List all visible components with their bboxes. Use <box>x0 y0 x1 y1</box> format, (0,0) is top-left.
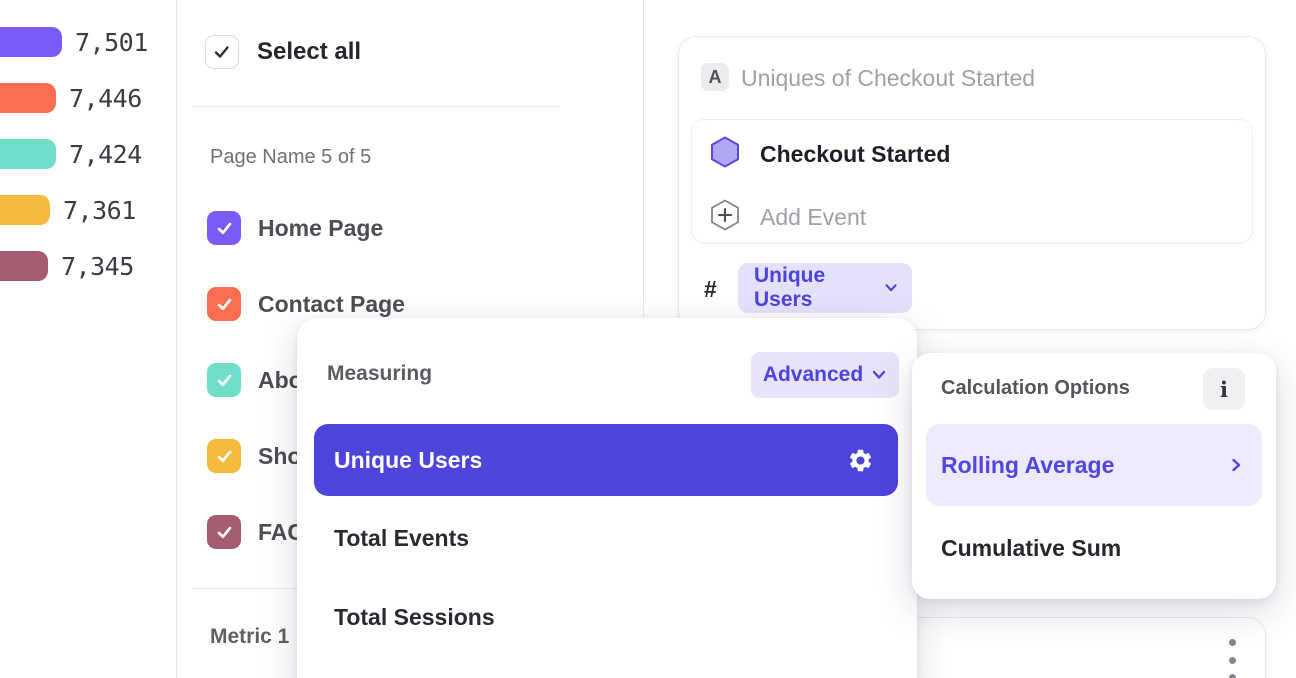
chevron-right-icon <box>1230 457 1242 473</box>
checkmark-icon <box>215 523 234 542</box>
checkmark-icon <box>215 219 234 238</box>
legend-value: 7,446 <box>69 84 142 113</box>
info-icon[interactable]: i <box>1203 368 1245 410</box>
filter-checkbox-faq-page[interactable] <box>207 515 241 549</box>
legend-value: 7,361 <box>63 196 136 225</box>
checkmark-icon <box>215 295 234 314</box>
select-all-label: Select all <box>257 38 361 66</box>
measurement-label: Unique Users <box>754 264 874 312</box>
metric-definition-card: A Uniques of Checkout Started Checkout S… <box>678 36 1266 330</box>
legend-bar <box>0 195 50 225</box>
legend-item: 7,446 <box>0 83 142 113</box>
filter-checkbox-contact-page[interactable] <box>207 287 241 321</box>
select-all-checkbox[interactable] <box>205 35 239 69</box>
filter-item-label: Home Page <box>258 214 383 242</box>
chevron-down-icon <box>884 282 898 294</box>
legend-item: 7,424 <box>0 139 142 169</box>
metric-section-label: Metric 1 <box>210 625 289 649</box>
legend-value: 7,424 <box>69 140 142 169</box>
filter-item-label: Sho <box>258 442 301 470</box>
metric-name-input[interactable]: Uniques of Checkout Started <box>741 65 1035 92</box>
number-symbol: # <box>704 276 717 303</box>
advanced-label: Advanced <box>763 363 863 387</box>
legend-value: 7,501 <box>75 28 148 57</box>
add-event-icon[interactable] <box>708 198 742 232</box>
option-unique-users[interactable]: Unique Users <box>314 424 898 496</box>
legend-bar <box>0 139 56 169</box>
legend-item: 7,361 <box>0 195 136 225</box>
checkmark-icon <box>215 447 234 466</box>
option-total-sessions[interactable]: Total Sessions <box>334 603 495 631</box>
filter-item-label: Contact Page <box>258 290 405 318</box>
advanced-toggle[interactable]: Advanced <box>751 352 899 398</box>
chevron-down-icon <box>871 369 887 381</box>
checkmark-icon <box>215 371 234 390</box>
legend-bar <box>0 251 48 281</box>
filter-group-label: Page Name 5 of 5 <box>210 146 371 169</box>
measuring-dropdown-popup: Measuring Advanced Unique Users Total Ev… <box>297 318 917 678</box>
divider <box>192 106 560 107</box>
measuring-header: Measuring <box>327 362 432 386</box>
filter-item-label: Abo <box>258 366 303 394</box>
add-event-button[interactable]: Add Event <box>760 203 866 231</box>
legend-bar <box>0 27 62 57</box>
event-hexagon-icon <box>708 135 742 169</box>
event-name[interactable]: Checkout Started <box>760 140 950 168</box>
legend-item: 7,501 <box>0 27 148 57</box>
analytics-app: 7,501 7,446 7,424 7,361 7,345 Select all… <box>0 0 1296 678</box>
option-cumulative-sum[interactable]: Cumulative Sum <box>941 534 1121 562</box>
filter-checkbox-about-page[interactable] <box>207 363 241 397</box>
calculation-options-popup: Calculation Options i Rolling Average Cu… <box>912 353 1276 599</box>
option-label: Unique Users <box>334 447 482 474</box>
legend-item: 7,345 <box>0 251 134 281</box>
gear-icon[interactable] <box>847 447 874 474</box>
option-total-events[interactable]: Total Events <box>334 524 469 552</box>
panel-divider-left <box>176 0 177 678</box>
measurement-dropdown[interactable]: Unique Users <box>738 263 912 313</box>
option-label: Rolling Average <box>941 452 1114 479</box>
series-badge: A <box>701 63 729 91</box>
option-rolling-average[interactable]: Rolling Average <box>926 424 1262 506</box>
filter-checkbox-shop-page[interactable] <box>207 439 241 473</box>
kebab-menu-icon[interactable] <box>1217 636 1247 678</box>
checkmark-icon <box>212 42 232 62</box>
filter-checkbox-home-page[interactable] <box>207 211 241 245</box>
legend-bar <box>0 83 56 113</box>
event-list-card: Checkout Started Add Event <box>691 119 1253 244</box>
calculation-options-header: Calculation Options <box>941 377 1130 399</box>
legend-value: 7,345 <box>61 252 134 281</box>
